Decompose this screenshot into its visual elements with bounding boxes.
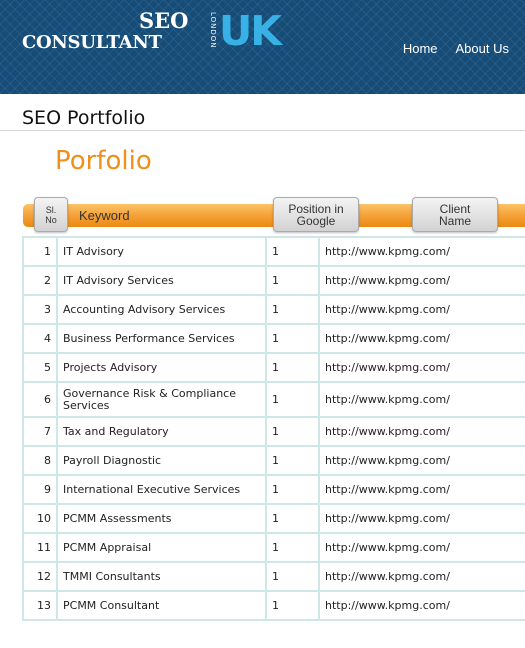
row-position: 1 [265,265,320,296]
logo-london-text: LONDON [209,12,217,49]
row-client-url[interactable]: http://www.kpmg.com/ [318,561,525,592]
nav-about-us-link[interactable]: About Us [456,41,509,57]
row-sl-no: 1 [22,236,58,267]
table-row: 5 Projects Advisory 1 http://www.kpmg.com/ [22,352,525,383]
row-keyword: Tax and Regulatory [56,416,267,447]
row-position: 1 [265,352,320,383]
nav-home-link[interactable]: Home [403,41,438,57]
row-keyword: International Executive Services [56,474,267,505]
table-row: 13 PCMM Consultant 1 http://www.kpmg.com/ [22,590,525,621]
table-row: 4 Business Performance Services 1 http://ww… [22,323,525,354]
row-keyword: Projects Advisory [56,352,267,383]
column-header-position[interactable]: Position in Google [273,197,359,232]
row-sl-no: 8 [22,445,58,476]
table-row: 3 Accounting Advisory Services 1 http://www… [22,294,525,325]
row-client-url[interactable]: http://www.kpmg.com/ [318,265,525,296]
row-keyword: Accounting Advisory Services [56,294,267,325]
row-sl-no: 9 [22,474,58,505]
row-client-url[interactable]: http://www.kpmg.com/ [318,294,525,325]
row-sl-no: 13 [22,590,58,621]
table-row: 1 IT Advisory 1 http://www.kpmg.com/ [22,236,525,267]
row-position: 1 [265,381,320,418]
divider [0,130,525,131]
site-logo[interactable]: SEO CONSULTANT LONDON UK [22,8,282,58]
row-client-url[interactable]: http://www.kpmg.com/ [318,532,525,563]
row-client-url[interactable]: http://www.kpmg.com/ [318,236,525,267]
logo-uk-text: UK [219,7,282,55]
row-keyword: Payroll Diagnostic [56,445,267,476]
row-sl-no: 10 [22,503,58,534]
table-row: 12 TMMI Consultants 1 http://www.kpmg.com/ [22,561,525,592]
logo-consultant-text: CONSULTANT [22,32,162,53]
row-keyword: PCMM Assessments [56,503,267,534]
table-row: 6 Governance Risk & Compliance Services 1 h… [22,381,525,418]
row-sl-no: 12 [22,561,58,592]
row-keyword: PCMM Consultant [56,590,267,621]
row-position: 1 [265,416,320,447]
table-row: 7 Tax and Regulatory 1 http://www.kpmg.com/ [22,416,525,447]
row-client-url[interactable]: http://www.kpmg.com/ [318,323,525,354]
row-position: 1 [265,590,320,621]
column-header-client[interactable]: Client Name [412,197,498,232]
page-title: SEO Portfolio [22,107,146,129]
row-client-url[interactable]: http://www.kpmg.com/ [318,474,525,505]
row-sl-no: 4 [22,323,58,354]
row-position: 1 [265,323,320,354]
row-position: 1 [265,236,320,267]
main-nav: Home About Us [403,41,509,57]
row-client-url[interactable]: http://www.kpmg.com/ [318,503,525,534]
logo-seo-text: SEO [139,8,189,33]
table-row: 11 PCMM Appraisal 1 http://www.kpmg.com/ [22,532,525,563]
row-client-url[interactable]: http://www.kpmg.com/ [318,381,525,418]
row-position: 1 [265,474,320,505]
row-sl-no: 3 [22,294,58,325]
row-keyword: IT Advisory Services [56,265,267,296]
row-position: 1 [265,532,320,563]
row-keyword: Governance Risk & Compliance Services [56,381,267,418]
row-position: 1 [265,503,320,534]
site-header: SEO CONSULTANT LONDON UK Home About Us [0,0,525,94]
table-row: 9 International Executive Services 1 http:/… [22,474,525,505]
column-header-sl-no[interactable]: Sl. No [34,197,68,232]
row-sl-no: 6 [22,381,58,418]
table-row: 8 Payroll Diagnostic 1 http://www.kpmg.com/ [22,445,525,476]
column-header-keyword[interactable]: Keyword [79,208,130,224]
row-client-url[interactable]: http://www.kpmg.com/ [318,416,525,447]
table-row: 10 PCMM Assessments 1 http://www.kpmg.com/ [22,503,525,534]
row-keyword: PCMM Appraisal [56,532,267,563]
row-client-url[interactable]: http://www.kpmg.com/ [318,445,525,476]
row-sl-no: 5 [22,352,58,383]
section-title: Porfolio [55,146,152,176]
column-header-position-label: Position in Google [288,201,344,228]
row-position: 1 [265,445,320,476]
row-keyword: TMMI Consultants [56,561,267,592]
portfolio-table: 1 IT Advisory 1 http://www.kpmg.com/2 IT Adv… [22,236,525,621]
row-sl-no: 7 [22,416,58,447]
column-header-sl-no-label: Sl. No [45,204,57,225]
table-row: 2 IT Advisory Services 1 http://www.kpmg.co… [22,265,525,296]
row-keyword: IT Advisory [56,236,267,267]
row-sl-no: 2 [22,265,58,296]
row-keyword: Business Performance Services [56,323,267,354]
row-client-url[interactable]: http://www.kpmg.com/ [318,590,525,621]
row-position: 1 [265,561,320,592]
column-header-client-label: Client Name [438,201,471,228]
row-position: 1 [265,294,320,325]
row-client-url[interactable]: http://www.kpmg.com/ [318,352,525,383]
row-sl-no: 11 [22,532,58,563]
